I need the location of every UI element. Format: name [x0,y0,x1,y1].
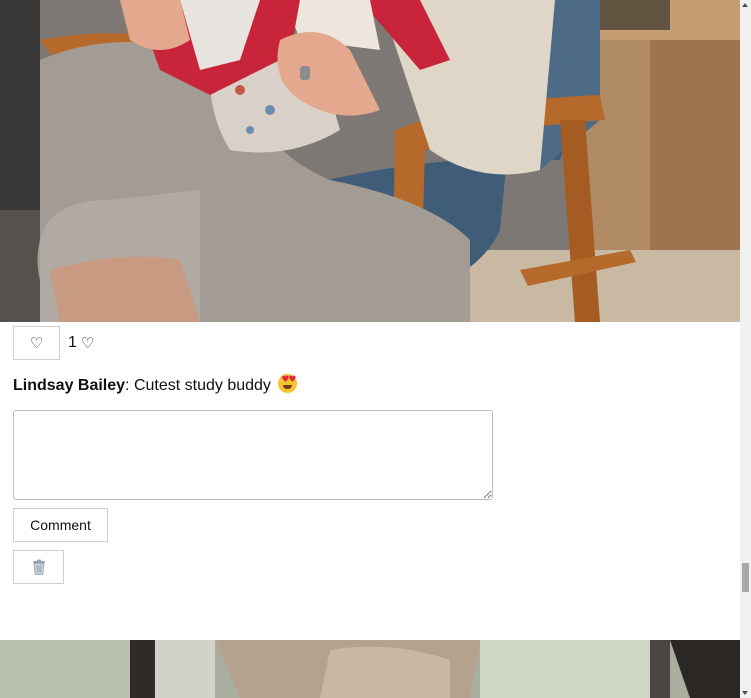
post-caption: Lindsay Bailey: Cutest study buddy [13,374,298,395]
like-count: 1 [68,334,77,351]
trash-can-icon [32,559,45,575]
comment-input[interactable] [13,410,493,500]
smiling-face-with-heart-eyes-icon [278,374,298,393]
post-author: Lindsay Bailey [13,377,126,394]
page-scrollbar[interactable] [740,0,751,698]
feed: ♡ 1 ♡ Lindsay Bailey: Cutest study buddy… [0,0,740,698]
heart-outline-icon: ♡ [80,334,95,352]
like-button[interactable]: ♡ [13,326,60,360]
post-photo [0,0,740,322]
scrollbar-thumb[interactable] [742,563,749,592]
comment-button[interactable]: Comment [13,508,108,542]
caption-text: Cutest study buddy [129,377,276,394]
scroll-down-arrow-icon[interactable] [742,691,748,695]
next-post-photo [0,640,740,698]
heart-outline-icon: ♡ [29,334,44,352]
scroll-up-arrow-icon[interactable] [742,3,748,7]
delete-post-button[interactable] [13,550,64,584]
like-row: ♡ 1 ♡ [13,326,94,360]
